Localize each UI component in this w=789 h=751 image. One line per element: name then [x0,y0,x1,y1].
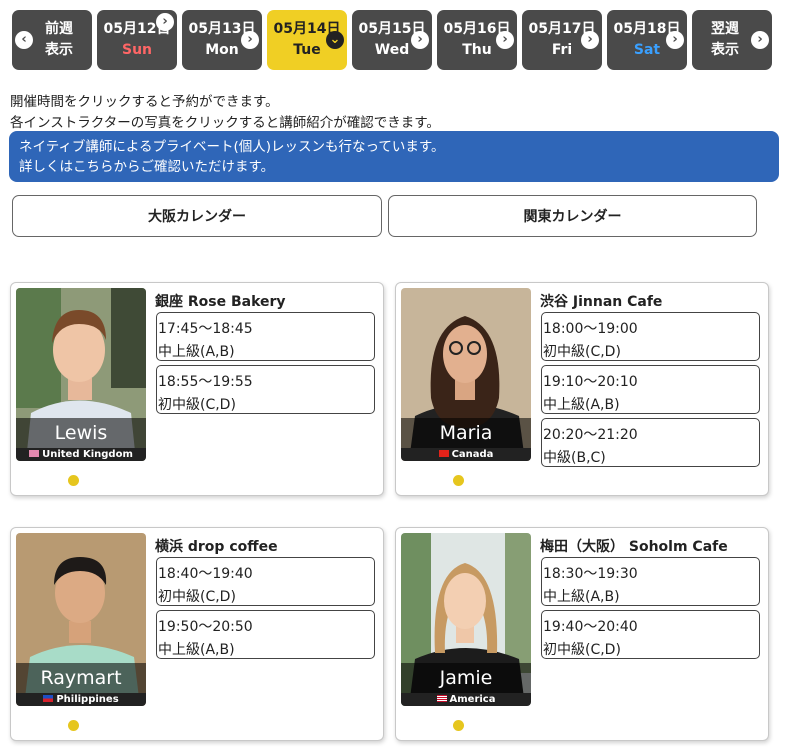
slot-level: 中級(B,C) [543,450,606,466]
slot-time: 19:10～20:10 [543,374,638,390]
teacher-country: United Kingdom [16,448,146,461]
time-slot-button[interactable]: 18:55～19:55 初中級(C,D) [156,365,375,414]
day-weekday: Sun [121,42,153,58]
banner-line-1: ネイティブ講師によるプライベート(個人)レッスンも行なっています。 [19,139,445,155]
teacher-country: America [401,693,531,706]
previous-week-button[interactable]: ‹ 前週 表示 [12,10,92,70]
slot-time: 18:40～19:40 [158,566,253,582]
slot-time: 18:55～19:55 [158,374,253,390]
time-slot-button[interactable]: 18:00～19:00 初中級(C,D) [541,312,760,361]
philippines-flag-icon [43,695,54,702]
time-slot-button[interactable]: 19:40～20:40 初中級(C,D) [541,610,760,659]
slot-level: 中上級(A,B) [543,397,620,413]
day-button-tue[interactable]: 05月14日 Tue ⌄ [267,10,347,70]
venue-name: 渋谷 Jinnan Cafe [540,294,663,310]
uk-flag-icon [29,450,40,457]
teacher-photo[interactable]: Raymart Philippines [16,533,146,706]
week-date-bar: ‹ 前週 表示 05月12日 Sun › 05月13日 Mon › 05月14日… [12,10,772,72]
kanto-calendar-button[interactable]: 関東カレンダー [388,195,757,237]
slot-level: 初中級(C,D) [543,344,621,360]
teacher-country: Canada [401,448,531,461]
status-dot-icon [453,720,464,731]
slot-level: 初中級(C,D) [543,642,621,658]
teacher-name: Raymart [16,663,146,693]
day-button-sun[interactable]: 05月12日 Sun › [97,10,177,70]
next-week-label-1: 翌週 [711,21,739,37]
day-button-sat[interactable]: 05月18日 Sat › [607,10,687,70]
slot-time: 17:45～18:45 [158,321,253,337]
teacher-photo[interactable]: Jamie America [401,533,531,706]
previous-week-label-1: 前週 [45,21,73,37]
lesson-card: Jamie America 梅田（大阪） Soholm Cafe 18:30～1… [395,527,769,741]
chevron-left-icon: ‹ [15,31,33,49]
banner-line-2: 詳しくはこちらからご確認いただけます。 [19,159,275,175]
chevron-right-icon: › [581,31,599,49]
country-label: America [449,694,496,705]
chevron-right-icon: › [156,13,174,31]
teacher-photo[interactable]: Maria Canada [401,288,531,461]
chevron-right-icon: › [241,31,259,49]
day-weekday: Sat [633,42,661,58]
venue-name: 横浜 drop coffee [155,539,278,555]
lesson-card: Raymart Philippines 横浜 drop coffee 18:40… [10,527,384,741]
day-weekday: Wed [374,42,410,58]
private-lesson-banner[interactable]: ネイティブ講師によるプライベート(個人)レッスンも行なっています。 詳しくはこち… [9,131,779,182]
venue-name: 銀座 Rose Bakery [155,294,286,310]
country-label: Philippines [56,694,119,705]
day-button-wed[interactable]: 05月15日 Wed › [352,10,432,70]
day-weekday: Mon [205,42,239,58]
next-week-label-2: 表示 [711,42,739,58]
day-weekday: Tue [293,42,321,58]
lesson-card: Lewis United Kingdom 銀座 Rose Bakery 17:4… [10,282,384,496]
time-slot-button[interactable]: 20:20～21:20 中級(B,C) [541,418,760,467]
usa-flag-icon [436,695,447,702]
country-label: Canada [451,449,494,460]
country-label: United Kingdom [42,449,133,460]
day-weekday: Thu [462,42,492,58]
day-button-mon[interactable]: 05月13日 Mon › [182,10,262,70]
slot-level: 初中級(C,D) [158,397,236,413]
status-dot-icon [68,720,79,731]
chevron-right-icon: › [751,31,769,49]
slot-level: 中上級(A,B) [158,642,235,658]
time-slot-button[interactable]: 18:40～19:40 初中級(C,D) [156,557,375,606]
slot-time: 18:30～19:30 [543,566,638,582]
chevron-right-icon: › [496,31,514,49]
status-dot-icon [68,475,79,486]
slot-time: 18:00～19:00 [543,321,638,337]
next-week-button[interactable]: 翌週 表示 › [692,10,772,70]
slot-time: 20:20～21:20 [543,427,638,443]
day-weekday: Fri [551,42,573,58]
slot-time: 19:50～20:50 [158,619,253,635]
day-button-fri[interactable]: 05月17日 Fri › [522,10,602,70]
teacher-photo[interactable]: Lewis United Kingdom [16,288,146,461]
teacher-country: Philippines [16,693,146,706]
chevron-right-icon: › [666,31,684,49]
instruction-text-2: 各インストラクターの写真をクリックすると講師紹介が確認できます。 [10,115,440,131]
previous-week-label-2: 表示 [45,42,73,58]
status-dot-icon [453,475,464,486]
time-slot-button[interactable]: 17:45～18:45 中上級(A,B) [156,312,375,361]
canada-flag-icon [438,450,449,457]
slot-time: 19:40～20:40 [543,619,638,635]
slot-level: 中上級(A,B) [158,344,235,360]
day-button-thu[interactable]: 05月16日 Thu › [437,10,517,70]
teacher-name: Jamie [401,663,531,693]
chevron-right-icon: › [411,31,429,49]
osaka-calendar-button[interactable]: 大阪カレンダー [12,195,382,237]
time-slot-button[interactable]: 18:30～19:30 中上級(A,B) [541,557,760,606]
slot-level: 初中級(C,D) [158,589,236,605]
slot-level: 中上級(A,B) [543,589,620,605]
teacher-name: Maria [401,418,531,448]
instruction-text-1: 開催時間をクリックすると予約ができます。 [10,94,279,110]
time-slot-button[interactable]: 19:50～20:50 中上級(A,B) [156,610,375,659]
lesson-card: Maria Canada 渋谷 Jinnan Cafe 18:00～19:00 … [395,282,769,496]
chevron-down-icon: ⌄ [326,31,344,49]
teacher-name: Lewis [16,418,146,448]
venue-name: 梅田（大阪） Soholm Cafe [540,539,728,555]
time-slot-button[interactable]: 19:10～20:10 中上級(A,B) [541,365,760,414]
